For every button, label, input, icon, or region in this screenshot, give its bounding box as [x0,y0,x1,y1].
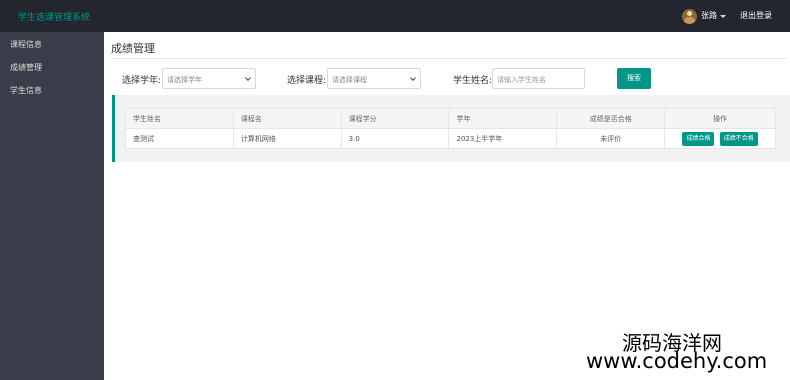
top-navbar: 学生选课管理系统 张路 退出登录 [0,0,790,32]
cell-student: 查测试 [125,128,234,149]
cell-course: 计算机网络 [232,128,342,149]
year-filter-label: 选择学年: [122,76,162,86]
logout-link[interactable]: 退出登录 [740,10,772,21]
search-button[interactable]: 搜索 [617,68,651,89]
chevron-down-icon [410,75,416,81]
sidebar-item-course-info[interactable]: 课程信息 [10,39,42,50]
student-filter-label: 学生姓名: [453,76,493,86]
app-title: 学生选课管理系统 [18,13,91,23]
col-header-credit: 课程学分 [340,108,450,129]
course-select[interactable]: 请选择课程 [327,68,421,89]
sidebar: 课程信息 成绩管理 学生信息 [0,32,104,380]
year-select[interactable]: 请选择学年 [162,68,256,89]
avatar[interactable] [682,9,697,24]
col-header-pass-status: 成绩是否合格 [556,108,666,129]
cell-actions: 成绩合格 成绩不合格 [664,128,776,149]
student-name-input[interactable]: 请输入学生姓名 [492,68,585,89]
year-select-placeholder: 请选择学年 [167,76,202,84]
course-select-placeholder: 请选择课程 [332,76,367,84]
sidebar-item-grade-management[interactable]: 成绩管理 [10,62,42,73]
table-row: 查测试 计算机网络 3.0 2023上半学年 未评价 成绩合格 成绩不合格 [125,128,776,149]
mark-pass-button[interactable]: 成绩合格 [682,131,715,146]
sidebar-item-student-info[interactable]: 学生信息 [10,85,42,96]
cell-year: 2023上半学年 [448,128,558,149]
page-title: 成绩管理 [111,42,155,55]
grades-table: 学生姓名 课程名 课程学分 学年 成绩是否合格 操作 查测试 计算机网络 3.0… [125,108,776,149]
chevron-down-icon [245,75,251,81]
results-panel: 学生姓名 课程名 课程学分 学年 成绩是否合格 操作 查测试 计算机网络 3.0… [112,95,790,162]
user-name: 张路 [701,11,717,20]
col-header-course: 课程名 [232,108,342,129]
caret-down-icon [720,14,726,18]
col-header-actions: 操作 [664,108,776,129]
col-header-year: 学年 [448,108,558,129]
cell-credit: 3.0 [340,128,450,149]
title-divider [111,58,787,59]
student-name-placeholder: 请输入学生姓名 [497,76,546,84]
course-filter-label: 选择课程: [287,76,327,86]
watermark-url: www.codehy.com [586,349,768,373]
mark-fail-button[interactable]: 成绩不合格 [719,131,758,146]
cell-pass-status: 未评价 [556,128,666,149]
col-header-student: 学生姓名 [125,108,234,129]
user-menu[interactable]: 张路 [701,10,726,21]
table-header-row: 学生姓名 课程名 课程学分 学年 成绩是否合格 操作 [125,108,776,129]
